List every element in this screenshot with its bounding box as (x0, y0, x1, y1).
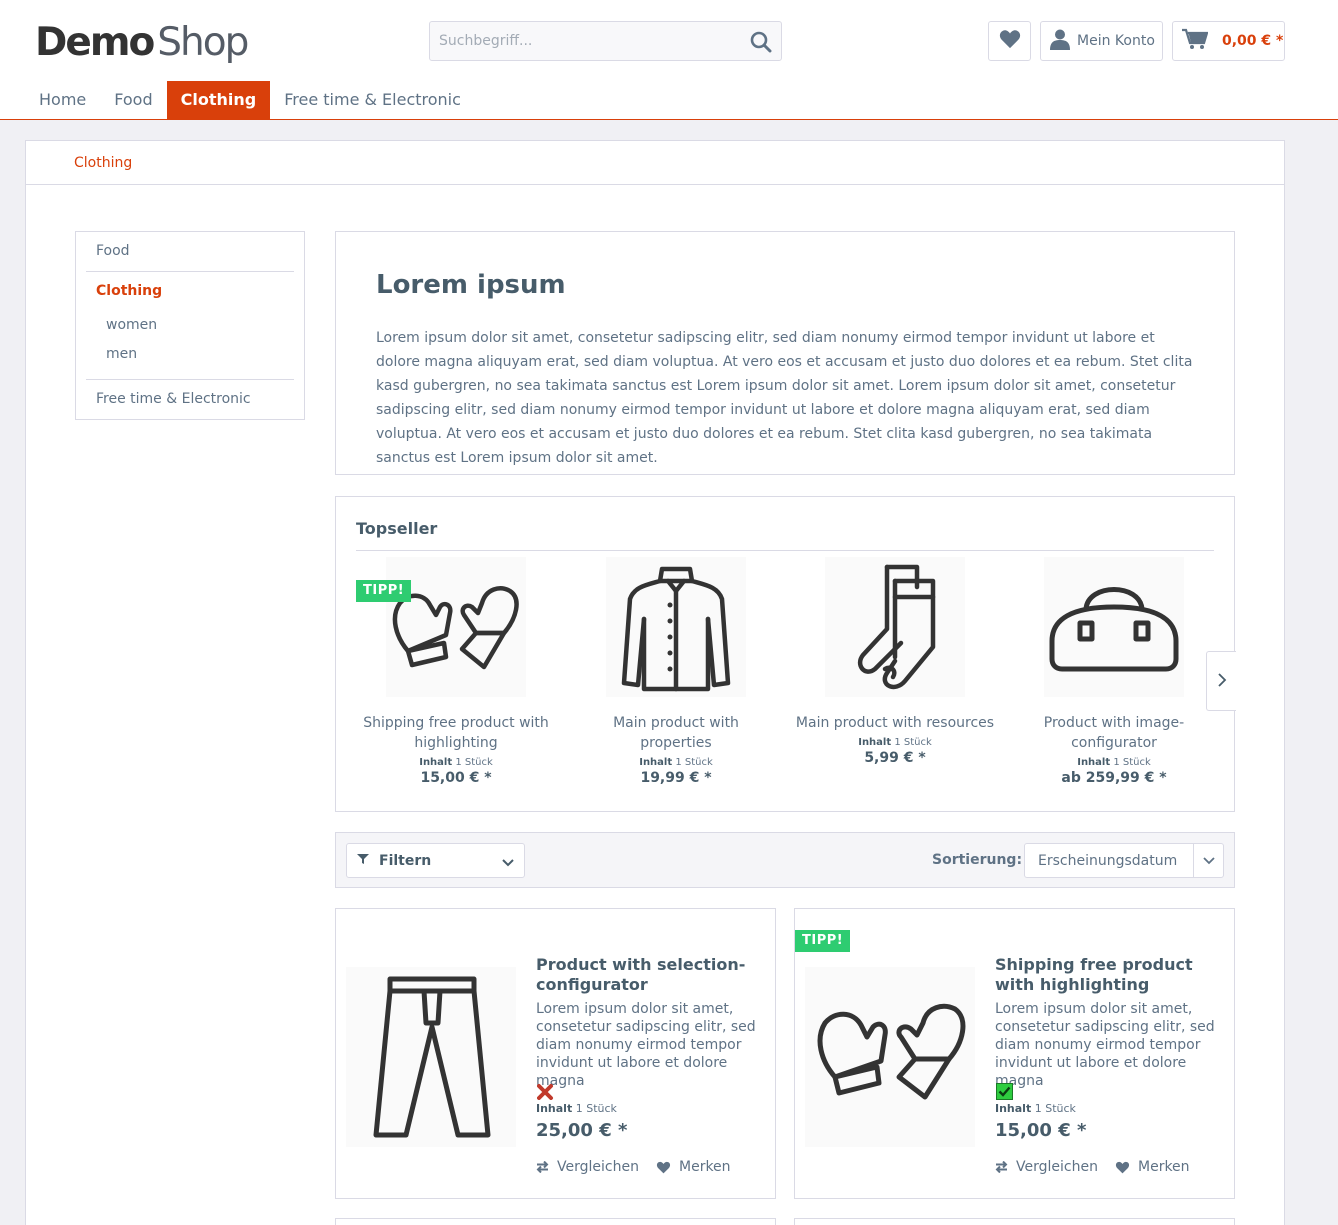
tipp-badge: TIPP! (795, 930, 851, 952)
mittens-icon[interactable] (805, 967, 975, 1147)
compare-button[interactable]: Vergleichen (536, 1159, 639, 1175)
heart-icon (656, 1161, 671, 1173)
compare-button[interactable]: Vergleichen (995, 1159, 1098, 1175)
available-icon (996, 1083, 1013, 1100)
category-sidebar: Food Clothing women men Free time & Elec… (75, 231, 305, 420)
sidebar-item-clothing[interactable]: Clothing (96, 283, 162, 299)
product-price: ab 259,99 € * (1061, 770, 1167, 786)
product-price: 25,00 € * (536, 1120, 628, 1141)
filter-label: Filtern (379, 852, 432, 869)
cart-icon (1182, 28, 1209, 54)
divider (356, 550, 1214, 551)
cart-button[interactable]: 0,00 € * (1172, 21, 1285, 61)
main-navigation: Home Food Clothing Free time & Electroni… (25, 81, 475, 119)
heart-icon (1115, 1161, 1130, 1173)
wishlist-add-button[interactable]: Merken (1115, 1159, 1190, 1175)
user-icon (1049, 28, 1071, 54)
sidebar-item-free-time-electronic[interactable]: Free time & Electronic (96, 391, 251, 407)
product-name[interactable]: Shipping free product with highlighting (356, 713, 556, 753)
product-content: Inhalt 1 Stück (536, 1102, 617, 1115)
product-name[interactable]: Product with image-configurator (1014, 713, 1214, 753)
funnel-icon (357, 853, 369, 869)
product-box: Product with selection-configurator Lore… (335, 908, 776, 1199)
product-content: Inhalt 1 Stück (1077, 757, 1151, 768)
cart-total: 0,00 € * (1222, 33, 1284, 49)
product-price: 15,00 € * (420, 770, 492, 786)
chevron-down-icon (1193, 844, 1223, 877)
topseller-item[interactable]: Main product with properties Inhalt 1 St… (576, 557, 776, 786)
topseller-title: Topseller (356, 519, 438, 538)
product-title[interactable]: Shipping free product with highlighting (995, 955, 1215, 995)
site-header: DemoShop Mein Konto 0,00 € * Home Food C… (0, 0, 1338, 120)
compare-icon (536, 1161, 549, 1173)
category-title: Lorem ipsum (376, 270, 566, 300)
topseller-item[interactable]: Main product with resources Inhalt 1 Stü… (795, 557, 995, 766)
breadcrumb: Clothing (26, 141, 1284, 185)
divider (86, 379, 294, 380)
sidebar-item-food[interactable]: Food (96, 243, 130, 259)
pants-icon[interactable] (346, 967, 516, 1147)
content-area: Clothing Food Clothing women men Free ti… (25, 140, 1285, 1225)
topseller-item[interactable]: Product with image-configurator Inhalt 1… (1014, 557, 1214, 786)
product-price: 5,99 € * (864, 750, 926, 766)
category-description: Lorem ipsum dolor sit amet, consetetur s… (376, 330, 1193, 466)
product-box (794, 1218, 1235, 1225)
shop-logo[interactable]: Demo Shop (35, 21, 249, 65)
filter-button[interactable]: Filtern (346, 843, 525, 878)
search-bar (429, 21, 782, 61)
sort-label: Sortierung: (932, 852, 1023, 868)
nav-item-food[interactable]: Food (100, 81, 166, 119)
sort-value: Erscheinungsdatum (1038, 853, 1178, 869)
product-price: 19,99 € * (640, 770, 712, 786)
product-content: Inhalt 1 Stück (995, 1102, 1076, 1115)
nav-item-clothing[interactable]: Clothing (166, 81, 271, 119)
product-name[interactable]: Main product with properties (576, 713, 776, 753)
socks-icon (825, 557, 965, 697)
breadcrumb-item-clothing[interactable]: Clothing (74, 155, 132, 171)
heart-icon (999, 29, 1021, 53)
compare-icon (995, 1161, 1008, 1173)
product-price: 15,00 € * (995, 1120, 1087, 1141)
product-content: Inhalt 1 Stück (639, 757, 713, 768)
tipp-badge: TIPP! (356, 580, 412, 602)
product-description: Lorem ipsum dolor sit amet, consetetur s… (536, 1001, 756, 1089)
search-icon[interactable] (749, 30, 773, 54)
listing-actions: Filtern Sortierung: Erscheinungsdatum (335, 832, 1235, 888)
account-label: Mein Konto (1077, 33, 1155, 49)
wishlist-add-button[interactable]: Merken (656, 1159, 731, 1175)
bag-icon (1044, 557, 1184, 697)
nav-item-home[interactable]: Home (25, 81, 100, 119)
product-description: Lorem ipsum dolor sit amet, consetetur s… (995, 1001, 1215, 1089)
sidebar-item-women[interactable]: women (106, 317, 157, 333)
wishlist-button[interactable] (988, 21, 1031, 61)
not-available-icon (537, 1083, 554, 1100)
sort-select[interactable]: Erscheinungsdatum (1024, 843, 1224, 878)
product-box (335, 1218, 776, 1225)
category-teaser: Lorem ipsum Lorem ipsum dolor sit amet, … (335, 231, 1235, 475)
divider (86, 271, 294, 272)
product-content: Inhalt 1 Stück (858, 737, 932, 748)
chevron-right-icon (1217, 672, 1227, 691)
product-content: Inhalt 1 Stück (419, 757, 493, 768)
account-button[interactable]: Mein Konto (1040, 21, 1163, 61)
product-box: Shipping free product with highlighting … (794, 908, 1235, 1199)
mittens-icon (386, 557, 526, 697)
jacket-icon (606, 557, 746, 697)
slider-next-button[interactable] (1206, 651, 1236, 711)
search-input[interactable] (430, 22, 730, 60)
chevron-down-icon (502, 855, 514, 871)
topseller-slider: Topseller Shipping free product with hig… (335, 496, 1236, 812)
product-name[interactable]: Main product with resources (795, 713, 995, 733)
nav-item-free-time-electronic[interactable]: Free time & Electronic (270, 81, 475, 119)
product-title[interactable]: Product with selection-configurator (536, 955, 756, 995)
sidebar-item-men[interactable]: men (106, 346, 137, 362)
